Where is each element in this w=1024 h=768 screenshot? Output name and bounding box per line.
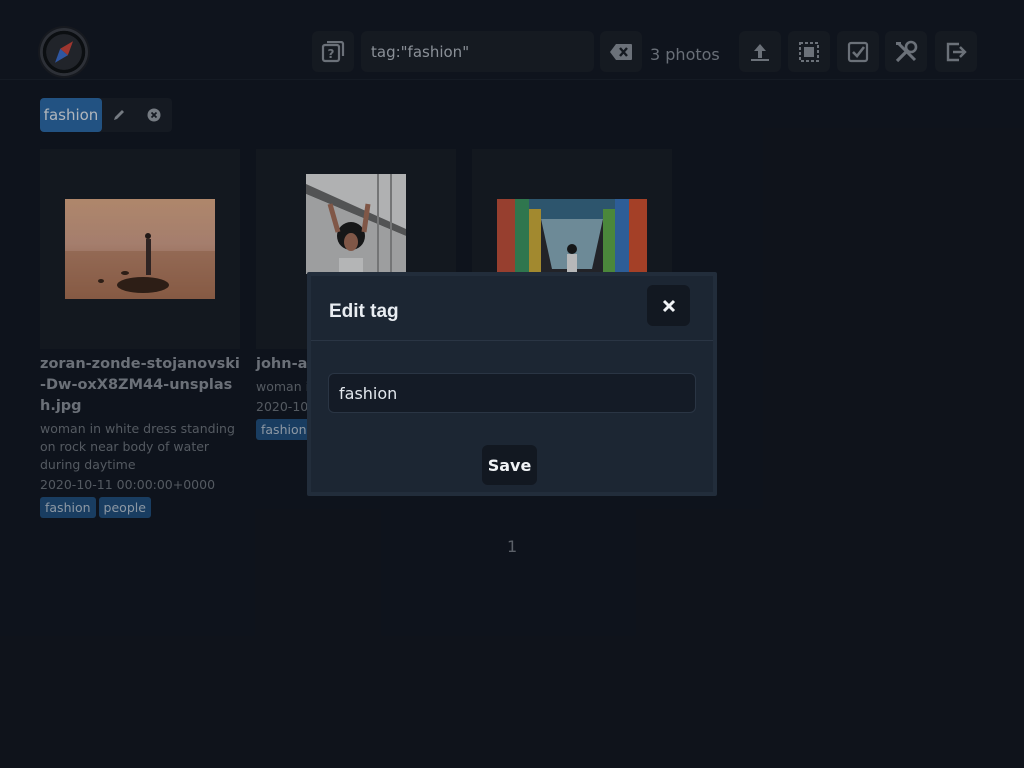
modal-close-button[interactable] [647, 285, 690, 326]
modal-divider [311, 340, 713, 341]
modal-title: Edit tag [329, 301, 399, 322]
tag-name-input[interactable] [328, 373, 696, 413]
edit-tag-modal: Edit tag Save [307, 272, 717, 496]
save-button[interactable]: Save [482, 445, 537, 485]
close-icon [662, 299, 675, 312]
